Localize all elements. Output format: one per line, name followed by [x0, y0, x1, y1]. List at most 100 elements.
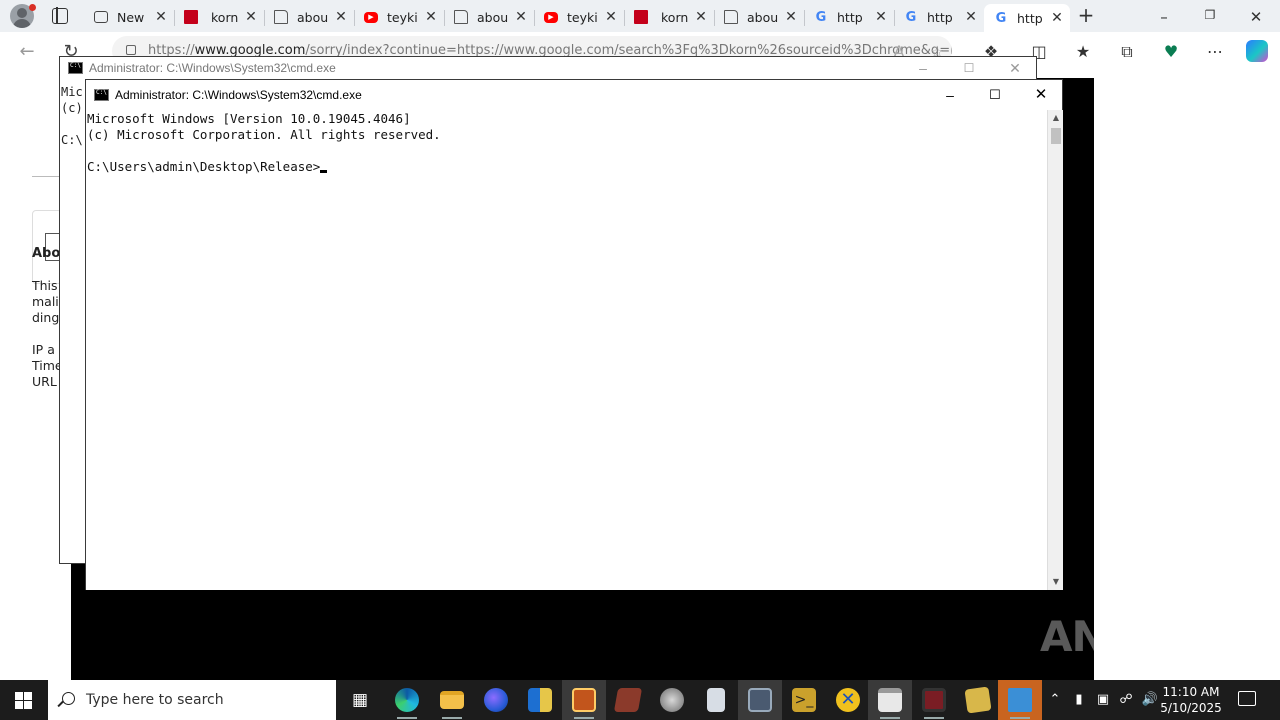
page-text-line: IP a [32, 342, 55, 357]
tab-close-icon[interactable]: ✕ [514, 9, 528, 25]
favorites-icon[interactable]: ★ [1072, 41, 1094, 63]
taskbar-search-box[interactable]: Type here to search [48, 680, 336, 720]
browser-tab[interactable]: Ghttp ✕ [984, 4, 1070, 32]
cmd-minimize-button[interactable]: – [927, 80, 973, 110]
scroll-down-icon[interactable]: ▼ [1048, 574, 1064, 590]
tab-title: abou [297, 9, 329, 25]
tool-app-icon[interactable] [518, 680, 562, 720]
file-explorer-icon[interactable] [430, 680, 474, 720]
show-hidden-icons-chevron-icon[interactable]: ⌃ [1046, 680, 1064, 720]
browser-tab[interactable]: abou ✕ [264, 4, 354, 30]
new-tab-button[interactable]: + [1076, 5, 1096, 25]
browser-tab[interactable]: ▶ teyki ✕ [354, 4, 444, 30]
profile-notification-dot [29, 4, 36, 11]
paint-app-icon[interactable] [650, 680, 694, 720]
browser-tab[interactable]: ▶ teyki ✕ [534, 4, 624, 30]
browser-tabstrip: New ✕ korn ✕ abou ✕ ▶ teyki ✕ abou ✕ ▶ teyki ✕ korn ✕ ab… [0, 0, 1280, 32]
search-placeholder: Type here to search [86, 692, 224, 708]
notepad-app-icon[interactable] [694, 680, 738, 720]
battery-icon[interactable]: ▮ [1070, 680, 1088, 720]
tab-close-icon[interactable]: ✕ [874, 9, 888, 25]
tab-title: abou [477, 9, 509, 25]
google-icon: G [995, 10, 1007, 26]
tab-title: teyki [387, 9, 418, 25]
cmd-window-active[interactable]: Administrator: C:\Windows\System32\cmd.e… [85, 79, 1063, 590]
page-icon [454, 10, 468, 24]
browser-close-button[interactable]: ✕ [1246, 8, 1266, 26]
powershell-icon[interactable]: >_ [782, 680, 826, 720]
browser-tab[interactable]: korn ✕ [174, 4, 264, 30]
browser-tab[interactable]: Ghttp ✕ [894, 4, 984, 30]
tab-close-icon[interactable]: ✕ [694, 9, 708, 25]
browser-minimize-button[interactable]: – [1154, 8, 1174, 26]
scroll-up-icon[interactable]: ▲ [1048, 110, 1064, 126]
browser-tab[interactable]: korn ✕ [624, 4, 714, 30]
cmd-title: Administrator: C:\Windows\System32\cmd.e… [89, 61, 336, 75]
cmd-close-button[interactable]: ✕ [992, 57, 1038, 79]
google-icon: G [905, 9, 917, 25]
tab-title: http [837, 9, 863, 25]
collections-icon[interactable]: ⧉ [1116, 41, 1138, 63]
tab-title: http [1017, 10, 1043, 26]
edge-browser-icon[interactable] [385, 680, 429, 720]
lock-icon [126, 45, 136, 55]
back-arrow-icon[interactable]: ← [16, 41, 38, 63]
tab-close-icon[interactable]: ✕ [1050, 10, 1064, 26]
cmd-title: Administrator: C:\Windows\System32\cmd.e… [115, 88, 362, 102]
windows-start-icon[interactable] [15, 692, 32, 709]
cmd-titlebar[interactable]: Administrator: C:\Windows\System32\cmd.e… [60, 57, 1036, 79]
tab-close-icon[interactable]: ✕ [604, 9, 618, 25]
media-app-icon[interactable] [912, 680, 956, 720]
scroll-thumb[interactable] [1051, 128, 1061, 144]
task-view-icon[interactable]: ▦ [338, 680, 382, 720]
x-app-icon[interactable]: ✕ [826, 680, 870, 720]
tab-close-icon[interactable]: ✕ [424, 9, 438, 25]
browser-restore-button[interactable]: ❐ [1200, 8, 1220, 22]
page-heading: Abo [32, 246, 61, 261]
volume-icon[interactable]: 🔊 [1140, 680, 1160, 720]
tab-close-icon[interactable]: ✕ [244, 9, 258, 25]
page-divider [32, 176, 62, 177]
folder-app-icon[interactable] [956, 680, 1000, 720]
cmd-text-line: C:\ [61, 133, 83, 147]
cmd-taskbar-icon[interactable] [868, 680, 912, 720]
browser-tab[interactable]: abou ✕ [714, 4, 804, 30]
firefox-icon[interactable] [474, 680, 518, 720]
cmd-titlebar[interactable]: Administrator: C:\Windows\System32\cmd.e… [86, 80, 1062, 110]
tab-close-icon[interactable]: ✕ [964, 9, 978, 25]
network-icon[interactable]: ☍ [1116, 680, 1136, 720]
browser-tab[interactable]: Ghttp ✕ [804, 4, 894, 30]
cmd-minimize-button[interactable]: – [900, 57, 946, 79]
browser-tab[interactable]: abou ✕ [444, 4, 534, 30]
network-app-icon[interactable] [738, 680, 782, 720]
cmd-maximize-button[interactable]: ☐ [972, 80, 1018, 110]
console-prompt: C:\Users\admin\Desktop\Release> [87, 159, 321, 174]
anyrun-watermark: ANY RUN [1040, 612, 1248, 661]
tab-close-icon[interactable]: ✕ [334, 9, 348, 25]
book-app-icon[interactable] [606, 680, 650, 720]
cmd-maximize-button[interactable]: ☐ [946, 57, 992, 79]
vertical-scrollbar[interactable]: ▲ ▼ [1047, 110, 1063, 590]
app-window-icon[interactable] [562, 680, 606, 720]
system-clock[interactable]: 11:10 AM 5/10/2025 [1160, 684, 1222, 716]
new-tab-icon [94, 11, 108, 23]
console-output[interactable]: Microsoft Windows [Version 10.0.19045.40… [86, 110, 1047, 590]
taskbar: Type here to search ▦ >_ ✕ ⌃ ▮ ▣ ☍ 🔊 11:… [0, 680, 1280, 720]
browser-essentials-icon[interactable]: ♥ [1160, 41, 1182, 63]
tab-actions-icon[interactable] [52, 7, 68, 24]
settings-more-icon[interactable]: ⋯ [1204, 41, 1226, 63]
tab-close-icon[interactable]: ✕ [784, 9, 798, 25]
clock-time: 11:10 AM [1162, 685, 1220, 699]
cmd-close-button[interactable]: ✕ [1018, 80, 1064, 110]
page-text-line: ding [32, 310, 60, 325]
browser-tab[interactable]: New ✕ [84, 4, 174, 30]
tab-close-icon[interactable]: ✕ [154, 9, 168, 25]
text-cursor [320, 170, 328, 173]
tab-title: New [117, 9, 145, 25]
active-app-icon[interactable] [998, 680, 1042, 720]
security-icon[interactable]: ▣ [1094, 680, 1112, 720]
copilot-icon[interactable] [1246, 40, 1268, 62]
cmd-icon [68, 62, 83, 74]
tab-title: korn [211, 9, 239, 25]
notification-icon[interactable] [1238, 691, 1256, 706]
